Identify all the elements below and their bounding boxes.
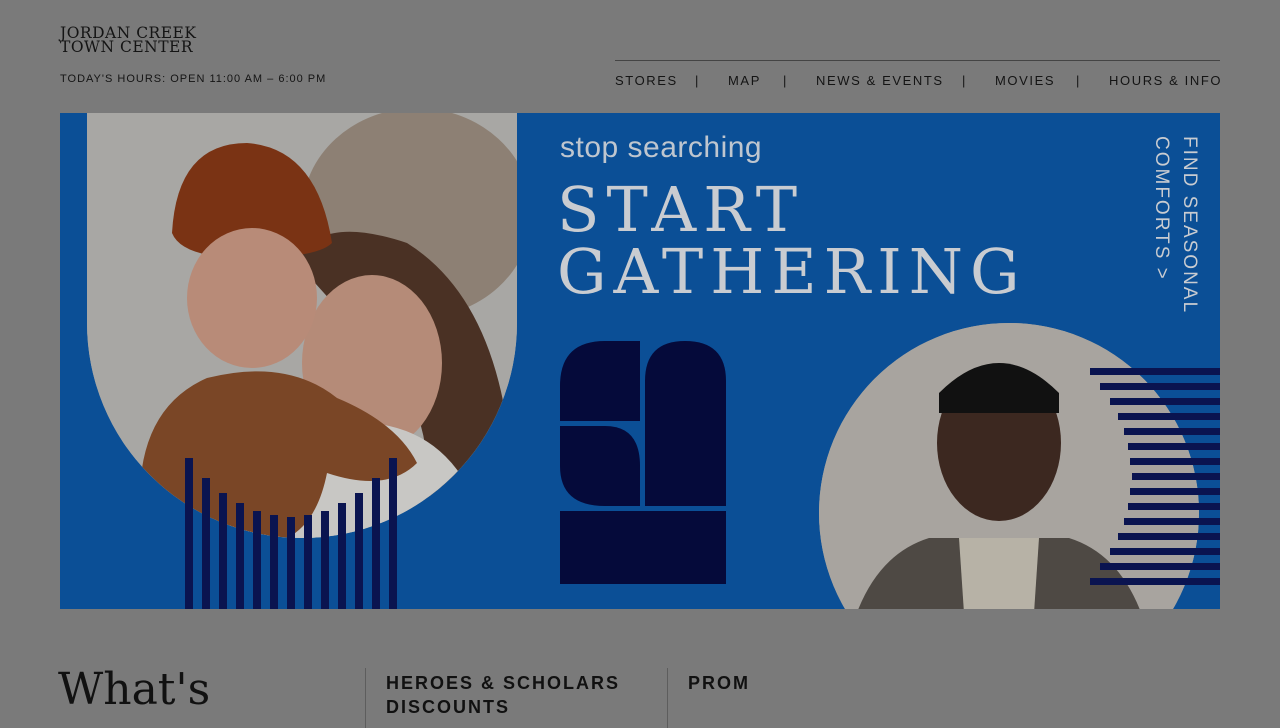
main-nav: STORES | MAP | NEWS & EVENTS | MOVIES | … — [615, 60, 1222, 101]
nav-separator: | — [783, 73, 787, 88]
site-header: JORDAN CREEK TOWN CENTER TODAY'S HOURS: … — [0, 0, 1280, 113]
cta-line-1: FIND SEASONAL — [1179, 136, 1200, 314]
decorative-stripes-left — [185, 458, 397, 609]
todays-hours: TODAY'S HOURS: OPEN 11:00 AM – 6:00 PM — [60, 73, 327, 85]
headline-line-1: START — [557, 173, 805, 246]
logo-line-2: TOWN CENTER — [60, 38, 194, 56]
hero-cta-link[interactable]: FIND SEASONAL COMFORTS > — [1140, 131, 1210, 331]
headline-line-2: GATHERING — [557, 235, 1027, 308]
cta-line-2: COMFORTS > — [1151, 136, 1172, 281]
card-title-line-1: HEROES & SCHOLARS — [386, 673, 621, 693]
hero-tagline: stop searching — [560, 131, 763, 164]
nav-stores[interactable]: STORES — [615, 73, 678, 88]
nav-news-events[interactable]: NEWS & EVENTS — [816, 73, 944, 88]
nav-hours-info[interactable]: HOURS & INFO — [1109, 73, 1222, 88]
card-divider — [667, 668, 668, 728]
site-logo[interactable]: JORDAN CREEK TOWN CENTER — [60, 25, 210, 56]
card-prom[interactable]: PROM — [688, 671, 750, 695]
nav-separator: | — [962, 73, 966, 88]
nav-separator: | — [695, 73, 699, 88]
decorative-stripes-right — [1090, 368, 1220, 585]
card-heroes-scholars[interactable]: HEROES & SCHOLARS DISCOUNTS — [386, 671, 620, 719]
nav-map[interactable]: MAP — [728, 73, 761, 88]
decorative-blocks — [560, 341, 726, 584]
whats-on-title: What's — [58, 664, 211, 715]
nav-movies[interactable]: MOVIES — [995, 73, 1055, 88]
card-divider — [365, 668, 366, 728]
hero-banner[interactable]: stop searching START GATHERING FIND SEAS… — [60, 113, 1220, 609]
hero-headline: START GATHERING — [557, 179, 1027, 303]
card-title-line-2: DISCOUNTS — [386, 697, 511, 717]
nav-separator: | — [1076, 73, 1080, 88]
